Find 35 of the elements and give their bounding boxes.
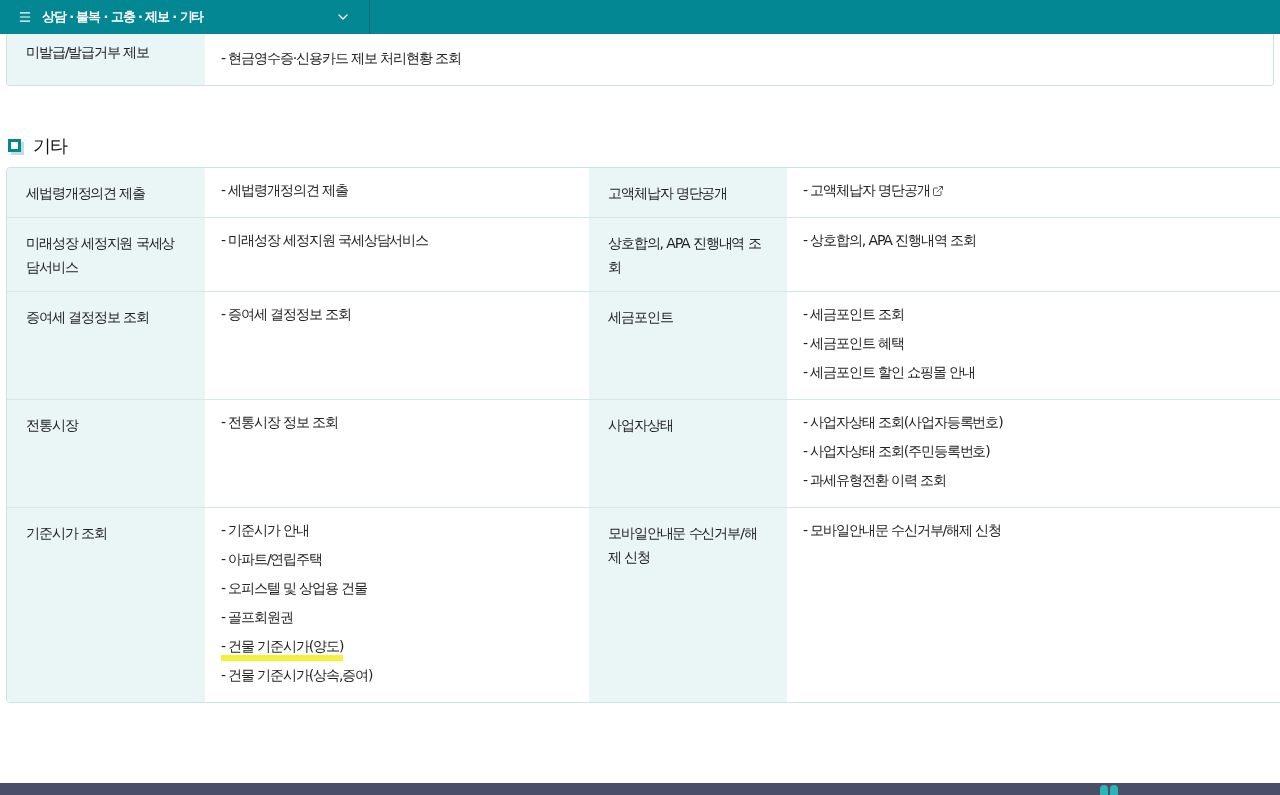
service-link[interactable]: - 사업자상태 조회(사업자등록번호)	[803, 412, 1003, 437]
category-cell: 미래성장 세정지원 국세상담서비스	[7, 218, 205, 291]
service-link[interactable]: - 미래성장 세정지원 국세상담서비스	[221, 230, 429, 255]
category-cell: 증여세 결정정보 조회	[7, 292, 205, 399]
service-link[interactable]: - 세금포인트 조회	[803, 304, 904, 329]
category-cell: 사업자상태	[589, 400, 787, 507]
category-cell: 전통시장	[7, 400, 205, 507]
service-link[interactable]: - 세법령개정의견 제출	[221, 180, 348, 205]
service-link[interactable]: - 증여세 결정정보 조회	[221, 304, 351, 329]
category-cell: 상호합의, APA 진행내역 조회	[589, 218, 787, 291]
service-link[interactable]: - 사업자상태 조회(주민등록번호)	[803, 441, 990, 466]
service-link[interactable]: - 고액체납자 명단공개	[803, 180, 944, 205]
breadcrumb-title[interactable]: 상담 · 불복 · 고충 · 제보 · 기타	[42, 7, 204, 27]
menu-icon[interactable]	[18, 10, 32, 24]
external-link-icon	[931, 184, 944, 197]
service-link[interactable]: - 아파트/연립주택	[221, 549, 323, 574]
category-cell: 고액체납자 명단공개	[589, 168, 787, 217]
section-marker-icon	[8, 138, 21, 152]
category-cell: 모바일안내문 수신거부/해제 신청	[589, 508, 787, 702]
service-link[interactable]: - 세금포인트 할인 쇼핑몰 안내	[803, 362, 975, 387]
category-cell: 기준시가 조회	[7, 508, 205, 702]
service-link[interactable]: - 기준시가 안내	[221, 520, 309, 545]
service-link[interactable]: - 세금포인트 혜택	[803, 333, 904, 358]
service-link[interactable]: - 오피스텔 및 상업용 건물	[221, 578, 368, 603]
service-link[interactable]: - 골프회원권	[221, 607, 293, 632]
category-cell: 세금포인트	[589, 292, 787, 399]
category-label: 미발급/발급거부 제보	[26, 44, 149, 60]
service-link[interactable]: - 전통시장 정보 조회	[221, 412, 338, 437]
category-cell: 세법령개정의견 제출	[7, 168, 205, 217]
service-link[interactable]: - 모바일안내문 수신거부/해제 신청	[803, 520, 1001, 545]
service-link[interactable]: - 건물 기준시가(상속,증여)	[221, 665, 373, 690]
section-title: 기타	[33, 133, 67, 158]
service-link[interactable]: - 현금영수증·신용카드 제보 처리현황 조회	[221, 48, 461, 73]
service-link[interactable]: - 과세유형전환 이력 조회	[803, 470, 946, 495]
service-link[interactable]: - 상호합의, APA 진행내역 조회	[803, 230, 976, 255]
